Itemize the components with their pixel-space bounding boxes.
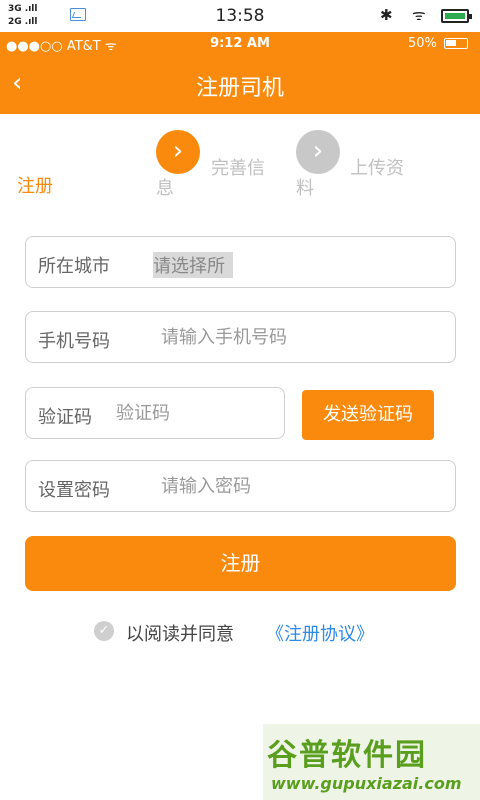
step-upload-docs-label: 上传资 (350, 158, 404, 179)
bluetooth-icon: ✱ (380, 6, 393, 24)
navigation-header: ‹ 注册司机 (0, 56, 480, 114)
code-label: 验证码 (38, 407, 92, 428)
step-complete-info-label: 完善信 (211, 158, 265, 179)
app-battery-icon (444, 38, 468, 49)
phone-field[interactable]: 手机号码 (25, 311, 456, 363)
system-clock: 13:58 (215, 6, 265, 26)
password-field[interactable]: 设置密码 (25, 460, 456, 512)
agreement-link[interactable]: 《注册协议》 (266, 620, 374, 646)
battery-icon (441, 9, 472, 23)
watermark-logo: 谷普软件园 www.gupuxiazai.com (263, 724, 480, 800)
register-button[interactable]: 注册 (25, 536, 456, 591)
phone-label: 手机号码 (38, 331, 110, 352)
city-field[interactable]: 所在城市 请选择所 (25, 236, 456, 288)
wifi-icon: ᯤ (412, 6, 426, 24)
password-input[interactable] (161, 476, 421, 497)
phone-input[interactable] (161, 327, 421, 348)
step-complete-info-label-wrap: 息 (156, 178, 174, 199)
watermark-brand: 谷普软件园 (267, 738, 427, 773)
watermark-url: www.gupuxiazai.com (271, 774, 462, 793)
step-upload-docs-label-wrap: 料 (296, 178, 314, 199)
step-arrow-inactive-icon: › (296, 130, 340, 174)
page-title: 注册司机 (195, 76, 284, 101)
city-label: 所在城市 (38, 256, 110, 277)
battery-percent: 50% (408, 36, 437, 51)
step-arrow-active-icon: › (156, 130, 200, 174)
step-register-label: 注册 (17, 176, 53, 197)
password-label: 设置密码 (38, 480, 110, 501)
code-input[interactable] (116, 403, 266, 424)
city-select[interactable]: 请选择所 (153, 252, 233, 278)
send-code-button[interactable]: 发送验证码 (302, 390, 434, 440)
agreement-text: 以阅读并同意 (126, 624, 234, 645)
code-field[interactable]: 验证码 (25, 387, 285, 439)
agree-checkbox-icon[interactable]: ✓ (94, 621, 114, 641)
system-status-bar: 3G .ıll 2G .ıll 13:58 ✱ ᯤ (0, 0, 480, 32)
app-status-bar: ●●●○○ AT&T ᯤ 9:12 AM 50% (0, 32, 480, 56)
